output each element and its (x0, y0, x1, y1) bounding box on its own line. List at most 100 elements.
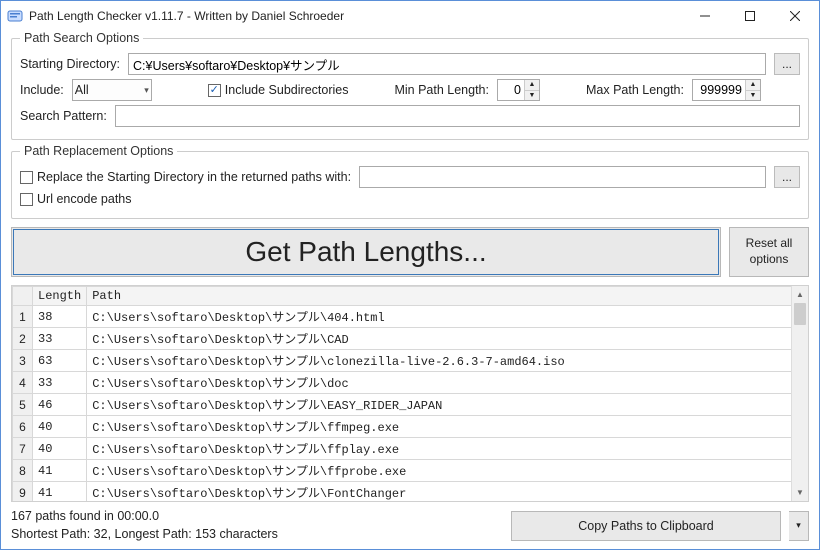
row-corner (13, 287, 33, 306)
include-value: All (75, 83, 89, 97)
app-window: Path Length Checker v1.11.7 - Written by… (0, 0, 820, 550)
cell-length: 41 (33, 482, 87, 503)
cell-path: C:\Users\softaro\Desktop\サンプル\ffplay.exe (87, 438, 808, 460)
cell-length: 40 (33, 438, 87, 460)
checkbox-icon (20, 171, 33, 184)
status-text: 167 paths found in 00:00.0 Shortest Path… (11, 508, 503, 543)
row-number: 1 (13, 306, 33, 328)
cell-length: 46 (33, 394, 87, 416)
titlebar: Path Length Checker v1.11.7 - Written by… (1, 1, 819, 31)
table-row[interactable]: 138C:\Users\softaro\Desktop\サンプル\404.htm… (13, 306, 808, 328)
include-subdirs-label: Include Subdirectories (225, 83, 349, 97)
include-select[interactable]: All ▾ (72, 79, 152, 101)
status-line1: 167 paths found in 00:00.0 (11, 508, 503, 526)
maximize-button[interactable] (727, 2, 772, 30)
checkbox-icon (208, 84, 221, 97)
minimize-button[interactable] (682, 2, 727, 30)
scroll-down-icon[interactable]: ▼ (792, 484, 808, 501)
max-path-label: Max Path Length: (586, 83, 684, 97)
row-number: 8 (13, 460, 33, 482)
search-legend: Path Search Options (20, 31, 143, 45)
cell-length: 40 (33, 416, 87, 438)
status-line2: Shortest Path: 32, Longest Path: 153 cha… (11, 526, 503, 544)
results-table-wrap: Length Path 138C:\Users\softaro\Desktop\… (11, 285, 809, 502)
get-path-lengths-button[interactable]: Get Path Lengths... (11, 227, 721, 277)
table-row[interactable]: 740C:\Users\softaro\Desktop\サンプル\ffplay.… (13, 438, 808, 460)
window-title: Path Length Checker v1.11.7 - Written by… (29, 9, 682, 23)
replace-start-checkbox[interactable]: Replace the Starting Directory in the re… (20, 170, 351, 184)
urlencode-checkbox[interactable]: Url encode paths (20, 192, 132, 206)
chevron-down-icon: ▾ (144, 85, 149, 96)
reset-options-button[interactable]: Reset all options (729, 227, 809, 277)
max-path-spinner[interactable]: ▲▼ (692, 79, 761, 101)
col-path[interactable]: Path (87, 287, 808, 306)
row-number: 6 (13, 416, 33, 438)
cell-path: C:\Users\softaro\Desktop\サンプル\ffprobe.ex… (87, 460, 808, 482)
urlencode-label: Url encode paths (37, 192, 132, 206)
max-path-input[interactable] (693, 80, 745, 100)
scroll-track[interactable] (792, 303, 808, 484)
table-row[interactable]: 546C:\Users\softaro\Desktop\サンプル\EASY_RI… (13, 394, 808, 416)
row-number: 7 (13, 438, 33, 460)
include-subdirs-checkbox[interactable]: Include Subdirectories (208, 83, 349, 97)
spinner-up-icon[interactable]: ▲ (525, 80, 539, 91)
chevron-down-icon: ▾ (796, 520, 801, 531)
cell-path: C:\Users\softaro\Desktop\サンプル\doc (87, 372, 808, 394)
table-row[interactable]: 233C:\Users\softaro\Desktop\サンプル\CAD (13, 328, 808, 350)
table-row[interactable]: 941C:\Users\softaro\Desktop\サンプル\FontCha… (13, 482, 808, 503)
table-scrollbar[interactable]: ▲ ▼ (791, 286, 808, 501)
cell-path: C:\Users\softaro\Desktop\サンプル\EASY_RIDER… (87, 394, 808, 416)
spinner-up-icon[interactable]: ▲ (746, 80, 760, 91)
content-area: Path Search Options Starting Directory: … (1, 31, 819, 549)
table-row[interactable]: 640C:\Users\softaro\Desktop\サンプル\ffmpeg.… (13, 416, 808, 438)
search-pattern-input[interactable] (115, 105, 800, 127)
min-path-label: Min Path Length: (394, 83, 489, 97)
row-number: 9 (13, 482, 33, 503)
status-row: 167 paths found in 00:00.0 Shortest Path… (11, 508, 809, 543)
spinner-down-icon[interactable]: ▼ (525, 91, 539, 101)
row-number: 3 (13, 350, 33, 372)
cell-length: 33 (33, 328, 87, 350)
row-number: 5 (13, 394, 33, 416)
replace-start-label: Replace the Starting Directory in the re… (37, 170, 351, 184)
app-icon (7, 8, 23, 24)
table-row[interactable]: 433C:\Users\softaro\Desktop\サンプル\doc (13, 372, 808, 394)
starting-dir-label: Starting Directory: (20, 57, 120, 71)
col-length[interactable]: Length (33, 287, 87, 306)
checkbox-icon (20, 193, 33, 206)
cell-length: 41 (33, 460, 87, 482)
min-path-input[interactable] (498, 80, 524, 100)
include-label: Include: (20, 83, 64, 97)
scroll-up-icon[interactable]: ▲ (792, 286, 808, 303)
cell-length: 33 (33, 372, 87, 394)
spinner-down-icon[interactable]: ▼ (746, 91, 760, 101)
close-button[interactable] (772, 2, 817, 30)
replace-with-input[interactable] (359, 166, 766, 188)
results-table: Length Path 138C:\Users\softaro\Desktop\… (12, 286, 808, 502)
starting-dir-input[interactable] (128, 53, 766, 75)
table-header-row: Length Path (13, 287, 808, 306)
cell-length: 38 (33, 306, 87, 328)
row-number: 4 (13, 372, 33, 394)
table-row[interactable]: 363C:\Users\softaro\Desktop\サンプル\clonezi… (13, 350, 808, 372)
row-number: 2 (13, 328, 33, 350)
copy-paths-dropdown[interactable]: ▾ (789, 511, 809, 541)
cell-length: 63 (33, 350, 87, 372)
cell-path: C:\Users\softaro\Desktop\サンプル\CAD (87, 328, 808, 350)
action-row: Get Path Lengths... Reset all options (11, 227, 809, 277)
cell-path: C:\Users\softaro\Desktop\サンプル\clonezilla… (87, 350, 808, 372)
window-controls (682, 2, 817, 30)
copy-paths-button[interactable]: Copy Paths to Clipboard (511, 511, 781, 541)
scroll-thumb[interactable] (794, 303, 806, 325)
table-row[interactable]: 841C:\Users\softaro\Desktop\サンプル\ffprobe… (13, 460, 808, 482)
path-search-options: Path Search Options Starting Directory: … (11, 31, 809, 140)
cell-path: C:\Users\softaro\Desktop\サンプル\FontChange… (87, 482, 808, 503)
browse-dir-button[interactable]: ... (774, 53, 800, 75)
cell-path: C:\Users\softaro\Desktop\サンプル\404.html (87, 306, 808, 328)
replacement-legend: Path Replacement Options (20, 144, 177, 158)
path-replacement-options: Path Replacement Options Replace the Sta… (11, 144, 809, 219)
cell-path: C:\Users\softaro\Desktop\サンプル\ffmpeg.exe (87, 416, 808, 438)
min-path-spinner[interactable]: ▲▼ (497, 79, 540, 101)
browse-replace-button[interactable]: ... (774, 166, 800, 188)
search-pattern-label: Search Pattern: (20, 109, 107, 123)
